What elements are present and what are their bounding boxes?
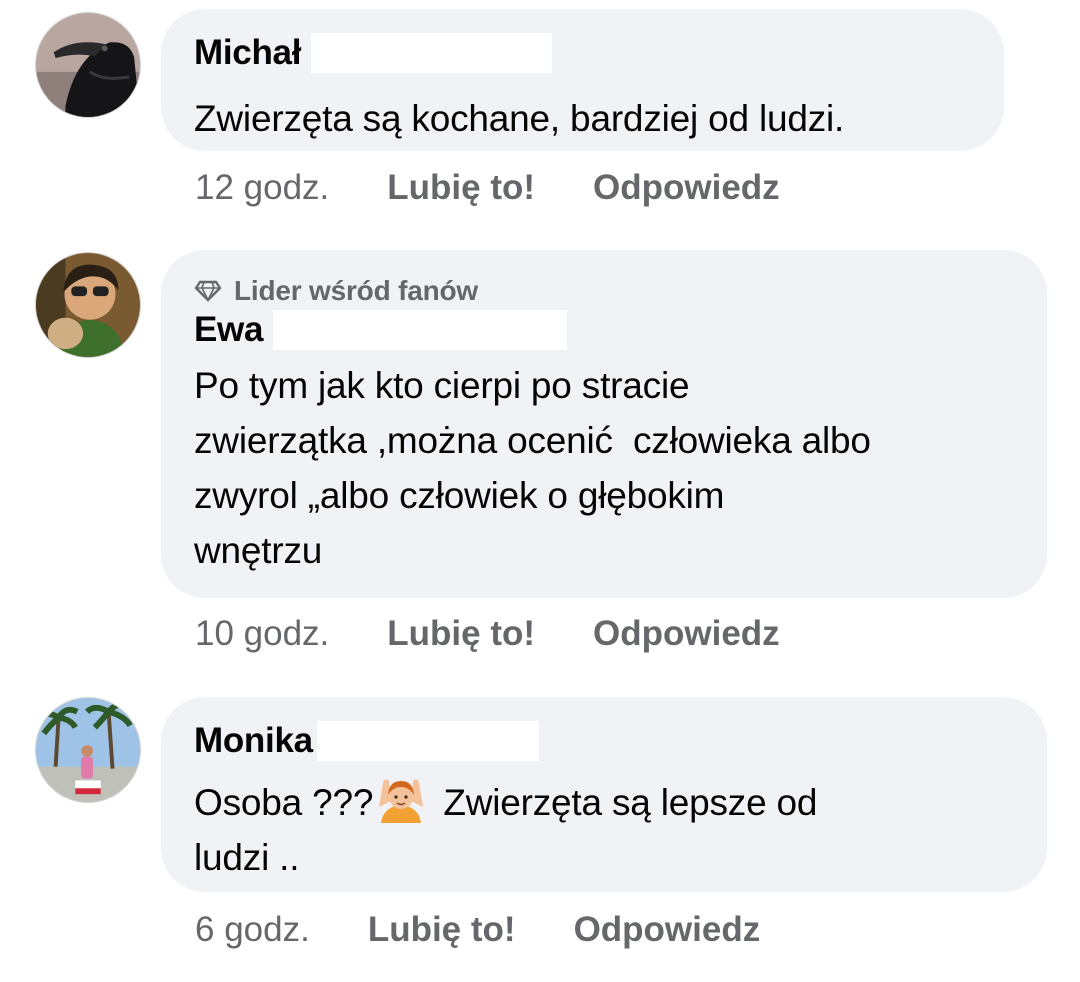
- avatar[interactable]: [35, 12, 141, 118]
- timestamp[interactable]: 10 godz.: [195, 614, 329, 654]
- avatar[interactable]: [35, 252, 141, 358]
- palm-trees-photo-avatar-icon: [36, 698, 140, 802]
- fan-badge: Lider wśród fanów: [194, 274, 1014, 308]
- like-button[interactable]: Lubię to!: [368, 910, 516, 950]
- comment-actions: 6 godz. Lubię to! Odpowiedz: [195, 910, 760, 950]
- diamond-icon: [194, 280, 222, 302]
- comment-bubble: Monika Osoba ??? Zwierzęta są lepsze od …: [161, 697, 1047, 892]
- comment-actions: 12 godz. Lubię to! Odpowiedz: [195, 168, 780, 208]
- author-name[interactable]: Michał: [194, 33, 301, 73]
- raven-avatar-icon: [36, 13, 140, 117]
- person-photo-avatar-icon: [36, 253, 140, 357]
- reply-button[interactable]: Odpowiedz: [574, 910, 761, 950]
- avatar[interactable]: [35, 697, 141, 803]
- like-button[interactable]: Lubię to!: [387, 168, 535, 208]
- reply-button[interactable]: Odpowiedz: [593, 614, 780, 654]
- author-name[interactable]: Monika: [194, 721, 313, 761]
- comment-text: Po tym jak kto cierpi po stracie zwierzą…: [194, 365, 871, 571]
- comment-text: Zwierzęta są kochane, bardziej od ludzi.: [194, 98, 845, 139]
- like-button[interactable]: Lubię to!: [387, 614, 535, 654]
- timestamp[interactable]: 12 godz.: [195, 168, 329, 208]
- author-name[interactable]: Ewa: [194, 310, 263, 350]
- comment-bubble: Lider wśród fanów Ewa Po tym jak kto cie…: [161, 250, 1047, 598]
- badge-label: Lider wśród fanów: [234, 275, 478, 306]
- person-gesturing-ok-emoji-icon: [379, 779, 424, 823]
- redacted-surname: [311, 33, 553, 73]
- redacted-surname: [316, 721, 539, 761]
- redacted-surname: [273, 310, 568, 350]
- comment-actions: 10 godz. Lubię to! Odpowiedz: [195, 614, 780, 654]
- timestamp[interactable]: 6 godz.: [195, 910, 310, 950]
- comment-text-start: Osoba ???: [194, 782, 374, 823]
- comment-bubble: Michał Zwierzęta są kochane, bardziej od…: [161, 9, 1004, 151]
- comment-text: Osoba ??? Zwierzęta są lepsze od ludzi .…: [194, 773, 1014, 885]
- reply-button[interactable]: Odpowiedz: [593, 168, 780, 208]
